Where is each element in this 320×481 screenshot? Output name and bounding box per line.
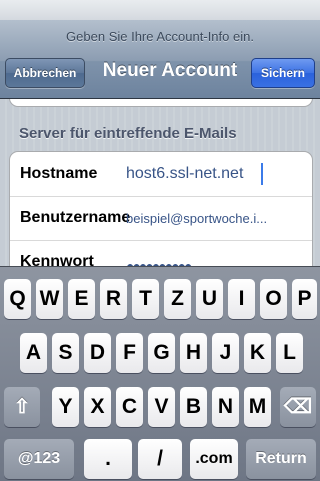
- key-n[interactable]: N: [212, 387, 239, 427]
- delete-key[interactable]: ⌫: [280, 387, 316, 427]
- password-field[interactable]: ●●●●●●●●●●: [126, 258, 226, 266]
- key-l[interactable]: L: [276, 333, 303, 373]
- shift-icon: ⇧: [13, 396, 31, 418]
- navigation-bar: Geben Sie Ihre Account-Info ein. Abbrech…: [0, 20, 320, 99]
- key-w[interactable]: W: [36, 279, 63, 319]
- username-field[interactable]: beispiel@sportwoche.i...: [126, 211, 306, 226]
- key-v[interactable]: V: [148, 387, 175, 427]
- shift-key[interactable]: ⇧: [4, 387, 40, 427]
- numbers-key[interactable]: @123: [4, 439, 74, 479]
- key-m[interactable]: M: [244, 387, 271, 427]
- hostname-field[interactable]: host6.ssl-net.net: [126, 165, 306, 183]
- key-j[interactable]: J: [212, 333, 239, 373]
- key-d[interactable]: D: [84, 333, 111, 373]
- key-t[interactable]: T: [132, 279, 159, 319]
- key-u[interactable]: U: [196, 279, 223, 319]
- key-p[interactable]: P: [292, 279, 317, 319]
- previous-settings-group: [9, 99, 313, 107]
- username-label: Benutzername: [20, 209, 131, 226]
- key-k[interactable]: K: [244, 333, 271, 373]
- username-row[interactable]: Benutzername beispiel@sportwoche.i...: [10, 196, 312, 241]
- save-button[interactable]: Sichern: [251, 58, 315, 88]
- key-s[interactable]: S: [52, 333, 79, 373]
- key-c[interactable]: C: [116, 387, 143, 427]
- key-r[interactable]: R: [100, 279, 127, 319]
- hostname-label: Hostname: [20, 165, 98, 182]
- incoming-server-group: Hostname host6.ssl-net.net Benutzername …: [9, 151, 313, 266]
- key-dotcom[interactable]: .com: [190, 439, 238, 479]
- settings-content[interactable]: Server für eintreffende E-Mails Hostname…: [0, 99, 320, 266]
- key-h[interactable]: H: [180, 333, 207, 373]
- password-row[interactable]: Kennwort ●●●●●●●●●●: [10, 240, 312, 266]
- key-z[interactable]: Z: [164, 279, 191, 319]
- key-e[interactable]: E: [68, 279, 95, 319]
- status-bar: [0, 0, 320, 20]
- key-dot[interactable]: .: [84, 439, 132, 479]
- page-title: Neuer Account: [102, 60, 238, 81]
- key-slash[interactable]: /: [138, 439, 182, 479]
- key-x[interactable]: X: [84, 387, 111, 427]
- cancel-button[interactable]: Abbrechen: [5, 58, 85, 88]
- password-label: Kennwort: [20, 253, 94, 266]
- delete-icon: ⌫: [283, 396, 313, 418]
- text-cursor: [261, 163, 263, 185]
- key-b[interactable]: B: [180, 387, 207, 427]
- key-f[interactable]: F: [116, 333, 143, 373]
- key-q[interactable]: Q: [4, 279, 31, 319]
- key-o[interactable]: O: [260, 279, 287, 319]
- key-i[interactable]: I: [228, 279, 255, 319]
- account-info-prompt: Geben Sie Ihre Account-Info ein.: [66, 29, 254, 44]
- return-key[interactable]: Return: [246, 439, 316, 479]
- keyboard: Q W E R T Z U I O P A S D F G H J K L ⇧ …: [0, 266, 320, 481]
- incoming-mail-server-header: Server für eintreffende E-Mails: [19, 125, 237, 142]
- key-g[interactable]: G: [148, 333, 175, 373]
- key-a[interactable]: A: [20, 333, 47, 373]
- key-y[interactable]: Y: [52, 387, 79, 427]
- hostname-row[interactable]: Hostname host6.ssl-net.net: [10, 152, 312, 197]
